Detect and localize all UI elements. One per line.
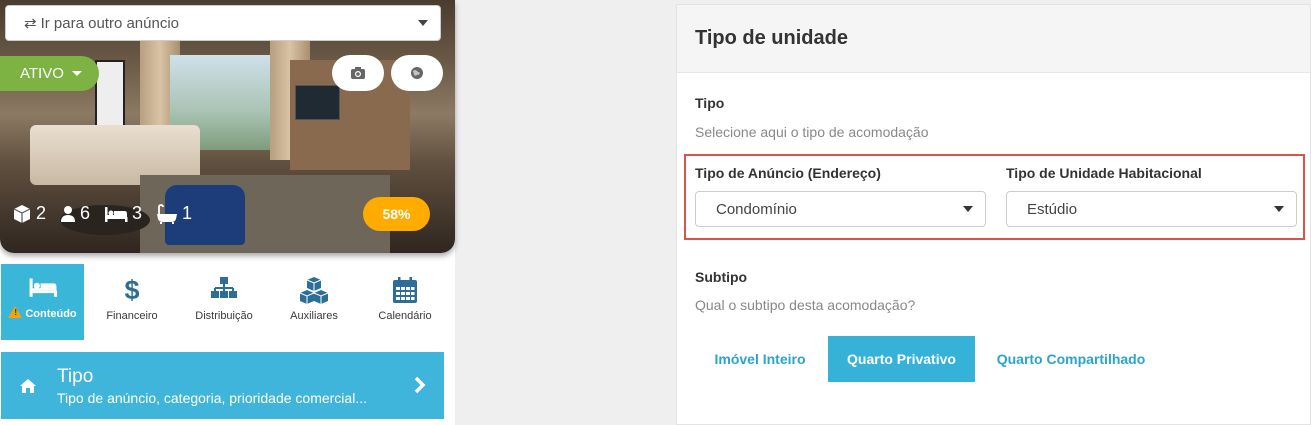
user-icon [61,205,76,222]
home-icon [20,378,36,393]
completion-badge: 58% [363,197,430,231]
tab-distribuicao[interactable]: Distribuição [180,264,268,340]
photo-detail [295,85,340,120]
listing-sidebar: ⇄ Ir para outro anúncio ATIVO 2 6 3 1 58… [0,0,455,425]
subtipo-option-quarto-compartilhado[interactable]: Quarto Compartilhado [983,336,1159,382]
listing-switcher-label: Ir para outro anúncio [40,14,179,32]
subtipo-option-imovel-inteiro[interactable]: Imóvel Inteiro [700,336,820,382]
cube-icon [13,204,31,223]
section-card-subtitle: Tipo de anúncio, categoria, prioridade c… [57,389,367,406]
listing-photo: ⇄ Ir para outro anúncio ATIVO 2 6 3 1 58… [0,0,455,253]
subtipo-label: Subtipo [695,269,748,285]
units-stat: 2 [12,203,46,224]
tab-financeiro-label: Financeiro [106,310,158,322]
tipo-label: Tipo [695,95,725,111]
dollar-icon: $ [124,276,139,304]
listing-stats: 2 6 3 1 [12,203,206,224]
section-card-text: Tipo Tipo de anúncio, categoria, priorid… [57,366,367,406]
unidade-type-label: Tipo de Unidade Habitacional [1006,165,1202,181]
anuncio-type-value: Condomínio [716,200,797,218]
tab-calendario-label: Calendário [378,310,432,322]
section-card-title: Tipo [57,365,94,387]
tab-label: ! Conteúdo [8,306,77,320]
tab-auxiliares-label: Auxiliares [290,310,338,322]
beds-stat: 3 [104,203,142,224]
tab-distribuicao-label: Distribuição [195,310,253,322]
calendar-icon [393,277,417,303]
subtipo-hint: Qual o subtipo desta acomodação? [695,297,916,313]
subtipo-option-quarto-privativo[interactable]: Quarto Privativo [828,336,975,382]
guests-stat: 6 [60,203,90,224]
chevron-down-icon [418,20,428,26]
tab-auxiliares[interactable]: Auxiliares [268,264,360,340]
unidade-type-select[interactable]: Estúdio [1006,191,1297,227]
anuncio-type-label: Tipo de Anúncio (Endereço) [695,165,881,181]
svg-text:$: $ [124,276,139,304]
listing-tabs: ! Conteúdo $ Financeiro Distribuição Aux… [0,264,450,340]
map-button[interactable] [391,55,443,91]
bed-icon [105,206,128,222]
anuncio-type-select[interactable]: Condomínio [695,191,986,227]
tab-financeiro[interactable]: $ Financeiro [84,264,180,340]
section-card-tipo[interactable]: Tipo Tipo de anúncio, categoria, priorid… [1,352,444,419]
cubes-icon [299,277,329,304]
tipo-hint: Selecione aqui o tipo de acomodação [695,124,929,140]
bathtub-icon [157,203,178,224]
sitemap-icon [211,277,237,298]
chevron-down-icon [1274,206,1284,212]
warning-icon: ! [8,306,23,318]
photo-detail [95,60,125,130]
unidade-type-value: Estúdio [1027,200,1078,218]
status-dropdown-button[interactable]: ATIVO [0,56,99,91]
status-label: ATIVO [20,65,64,82]
tab-conteudo-label: Conteúdo [25,308,77,320]
chevron-right-icon [414,376,426,394]
globe-icon [411,67,423,79]
chevron-down-icon [71,71,82,76]
tab-conteudo[interactable]: ! Conteúdo [1,264,84,340]
tab-calendario[interactable]: Calendário [360,264,450,340]
listing-switcher-select[interactable]: ⇄ Ir para outro anúncio [5,5,441,41]
baths-count: 1 [182,203,193,223]
photos-button[interactable] [332,55,384,91]
bed-icon [29,278,57,297]
guests-count: 6 [80,203,91,223]
units-count: 2 [36,203,47,223]
camera-icon [351,67,365,79]
chevron-down-icon [963,206,973,212]
panel-title: Tipo de unidade [677,5,1310,73]
exchange-icon: ⇄ [24,15,37,32]
beds-count: 3 [132,203,143,223]
baths-stat: 1 [156,203,192,224]
